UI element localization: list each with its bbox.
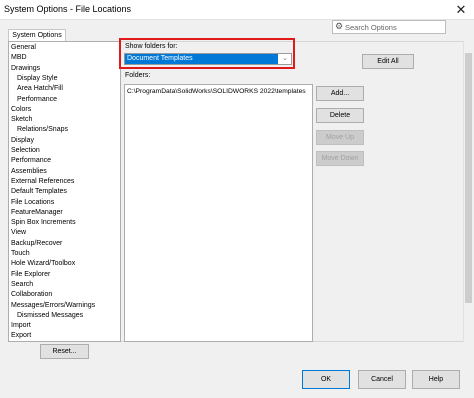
tree-item[interactable]: Display Style — [17, 74, 57, 84]
tree-item[interactable]: Touch — [11, 249, 30, 259]
tree-item[interactable]: General — [11, 43, 36, 53]
title-bar: System Options - File Locations ✕ — [0, 0, 474, 20]
reset-button[interactable]: Reset... — [40, 344, 89, 359]
scrollbar[interactable] — [463, 41, 472, 342]
add-button[interactable]: Add... — [316, 86, 364, 101]
tree-item[interactable]: External References — [11, 177, 74, 187]
move-up-button[interactable]: Move Up — [316, 130, 364, 145]
tree-item[interactable]: Display — [11, 136, 34, 146]
tree-item[interactable]: Drawings — [11, 64, 40, 74]
tree-item[interactable]: Import — [11, 321, 31, 331]
show-folders-label: Show folders for: — [125, 43, 178, 50]
tree-item[interactable]: Relations/Snaps — [17, 125, 68, 135]
tree-item[interactable]: Default Templates — [11, 187, 67, 197]
tree-item[interactable]: Area Hatch/Fill — [17, 84, 63, 94]
edit-all-button[interactable]: Edit All — [362, 54, 414, 69]
tree-item[interactable]: Selection — [11, 146, 40, 156]
tree-item[interactable]: Dismissed Messages — [17, 311, 83, 321]
tree-item[interactable]: MBD — [11, 53, 27, 63]
tree-item[interactable]: Backup/Recover — [11, 239, 62, 249]
folders-label: Folders: — [125, 72, 151, 79]
folder-path-item[interactable]: C:\ProgramData\SolidWorks\SOLIDWORKS 202… — [127, 88, 306, 95]
tree-item[interactable]: Sketch — [11, 115, 32, 125]
tree-item[interactable]: File Locations — [11, 198, 54, 208]
help-button[interactable]: Help — [412, 370, 460, 389]
tree-item[interactable]: View — [11, 228, 26, 238]
tree-item[interactable]: Export — [11, 331, 31, 341]
show-folders-dropdown[interactable]: Document Templates ⌄ — [124, 53, 292, 65]
close-icon[interactable]: ✕ — [450, 1, 472, 19]
tree-item[interactable]: Performance — [11, 156, 51, 166]
options-tree[interactable]: General MBD Drawings Display Style Area Hatc… — [8, 41, 121, 342]
folders-list[interactable]: C:\ProgramData\SolidWorks\SOLIDWORKS 202… — [124, 84, 313, 342]
tab-label: System Options — [12, 32, 62, 39]
tree-item[interactable]: Search — [11, 280, 33, 290]
cancel-button[interactable]: Cancel — [358, 370, 406, 389]
scrollbar-thumb[interactable] — [465, 53, 472, 303]
window-title: System Options - File Locations — [4, 4, 132, 14]
search-placeholder: Search Options — [345, 23, 397, 32]
search-input[interactable]: ⚙ Search Options — [332, 20, 446, 34]
gear-search-icon: ⚙ — [335, 21, 344, 31]
tree-item[interactable]: Colors — [11, 105, 31, 115]
tree-item[interactable]: File Explorer — [11, 270, 50, 280]
delete-button[interactable]: Delete — [316, 108, 364, 123]
tree-item[interactable]: Performance — [17, 95, 57, 105]
tree-item[interactable]: Hole Wizard/Toolbox — [11, 259, 75, 269]
tree-item[interactable]: Assemblies — [11, 167, 47, 177]
tree-item[interactable]: Collaboration — [11, 290, 52, 300]
tree-item[interactable]: FeatureManager — [11, 208, 63, 218]
move-down-button[interactable]: Move Down — [316, 151, 364, 166]
chevron-down-icon[interactable]: ⌄ — [280, 54, 290, 64]
tree-item[interactable]: Messages/Errors/Warnings — [11, 301, 95, 311]
tree-item[interactable]: Spin Box Increments — [11, 218, 76, 228]
dropdown-selected-value: Document Templates — [125, 54, 278, 64]
ok-button[interactable]: OK — [302, 370, 350, 389]
